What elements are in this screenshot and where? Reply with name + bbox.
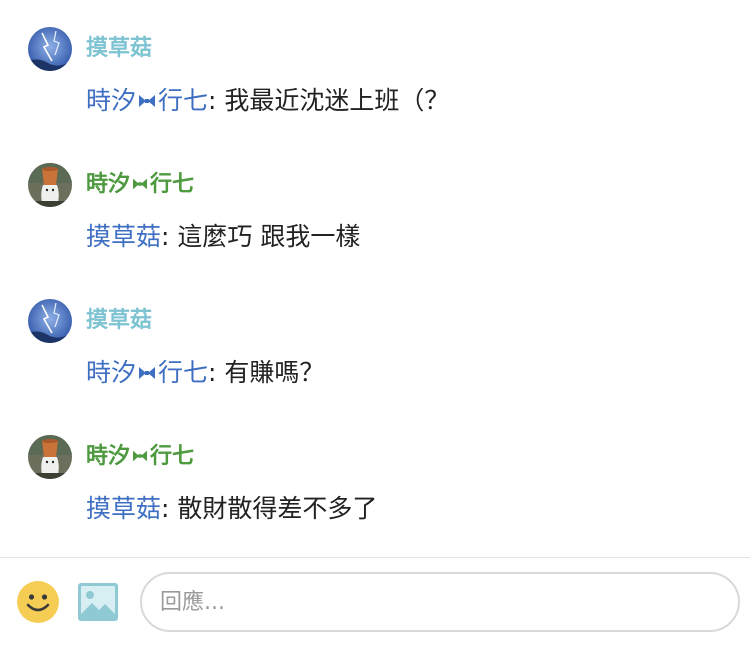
mention-link[interactable]: 摸草菇 (86, 494, 161, 523)
image-upload-button[interactable] (77, 582, 119, 622)
bowtie-icon (139, 367, 156, 379)
mention-suffix: 行七 (158, 358, 209, 387)
comment-item: 時汐 行七 摸草菇: 這麼巧 跟我一樣 (0, 163, 750, 283)
comment-body: 時汐 行七: 我最近沈迷上班（？ (86, 85, 449, 117)
author-name: 摸草菇 (86, 36, 153, 61)
comment-thread: 摸草菇 時汐行七: 我最近沈迷上班（？ 時汐行七 摸草菇: 這麼巧 跟我一樣 (0, 0, 750, 558)
author-name-suffix: 行七 (150, 172, 195, 197)
bowtie-icon (139, 95, 156, 107)
bowtie-icon (133, 450, 148, 462)
comment-author[interactable]: 時汐 行七 (86, 172, 194, 198)
comment-author[interactable]: 時汐 行七 (86, 444, 194, 470)
image-icon (78, 583, 118, 621)
mention-separator: : (208, 358, 225, 387)
avatar-image-lightning (28, 27, 72, 71)
author-name: 摸草菇 (86, 308, 153, 333)
author-name-suffix: 行七 (150, 444, 195, 469)
comment-item: 摸草菇 時汐 行七: 我最近沈迷上班（？ (0, 27, 750, 147)
mention-prefix: 時汐 (86, 86, 137, 115)
mention-suffix: 行七 (158, 86, 209, 115)
avatar[interactable] (28, 163, 72, 207)
comment-text: 有賺嗎？ (224, 358, 325, 387)
smiley-icon (17, 581, 59, 623)
avatar[interactable] (28, 435, 72, 479)
avatar-image-lightning (28, 299, 72, 343)
comment-text: 散財散得差不多了 (177, 494, 378, 523)
mention-separator: : (208, 86, 225, 115)
comment-body: 摸草菇: 這麼巧 跟我一樣 (86, 221, 360, 253)
reply-composer (0, 558, 750, 647)
mention-link[interactable]: 時汐 行七 (86, 86, 208, 115)
comment-item: 時汐 行七 摸草菇: 散財散得差不多了 (0, 435, 750, 555)
comment-body: 時汐 行七: 有賺嗎？ (86, 357, 324, 389)
comment-author[interactable]: 摸草菇 (86, 36, 152, 62)
mention-link[interactable]: 時汐 行七 (86, 358, 208, 387)
mention-separator: : (161, 494, 178, 523)
comment-body: 摸草菇: 散財散得差不多了 (86, 493, 377, 525)
bowtie-icon (133, 178, 148, 190)
avatar-image-bucket-ghost (28, 163, 72, 207)
author-name-prefix: 時汐 (86, 444, 131, 469)
comment-text: 我最近沈迷上班（？ (224, 86, 450, 115)
mention-link[interactable]: 摸草菇 (86, 222, 161, 251)
author-name-prefix: 時汐 (86, 172, 131, 197)
emoji-button[interactable] (16, 580, 60, 624)
comment-item: 摸草菇 時汐 行七: 有賺嗎？ (0, 299, 750, 419)
avatar[interactable] (28, 299, 72, 343)
reply-input[interactable] (140, 572, 740, 632)
avatar[interactable] (28, 27, 72, 71)
mention-separator: : (161, 222, 178, 251)
avatar-image-bucket-ghost (28, 435, 72, 479)
mention-prefix: 時汐 (86, 358, 137, 387)
comment-author[interactable]: 摸草菇 (86, 308, 152, 334)
comment-text: 這麼巧 跟我一樣 (177, 222, 361, 251)
